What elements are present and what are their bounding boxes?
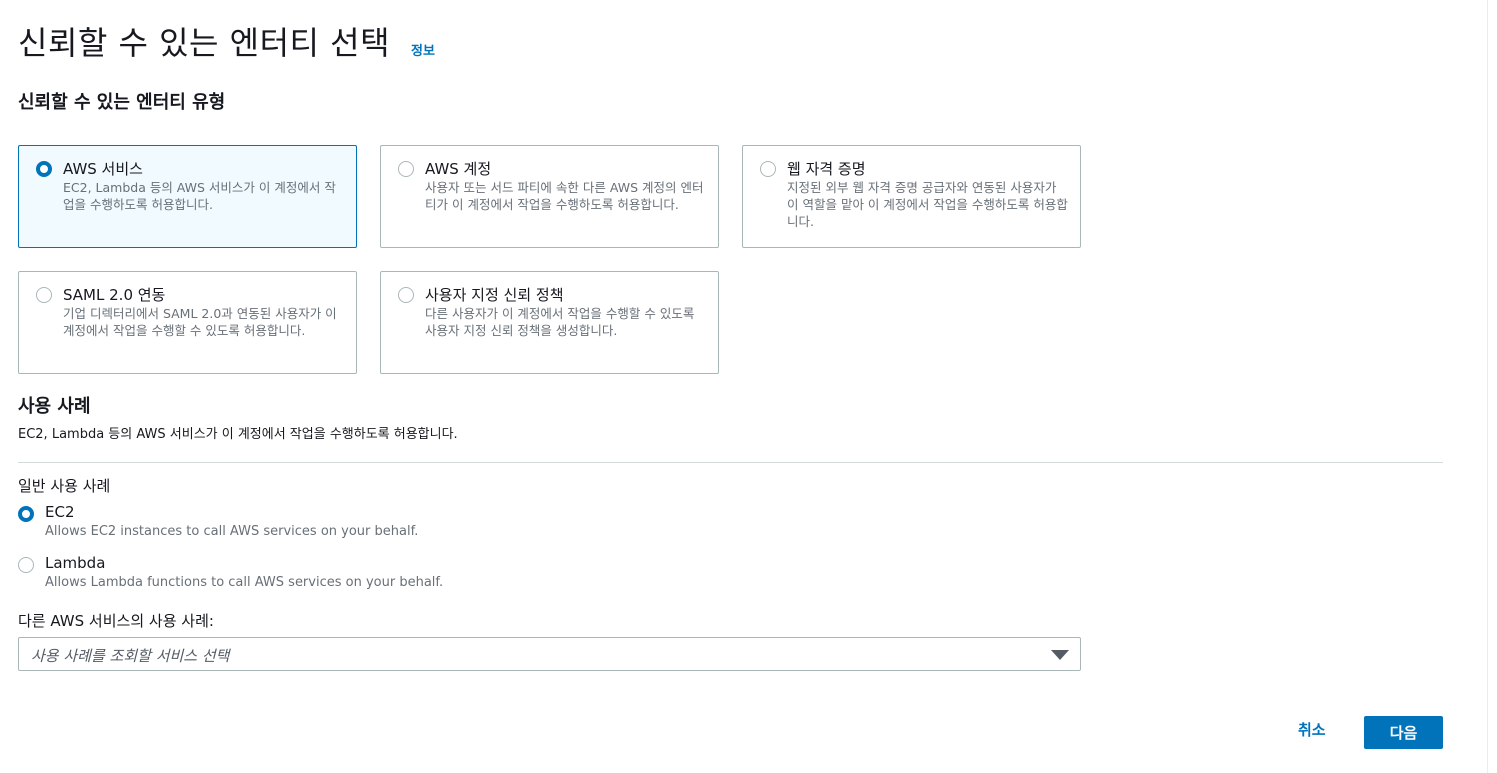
tile-web-identity[interactable]: 웹 자격 증명 지정된 외부 웹 자격 증명 공급자와 연동된 사용자가 이 역… [742,145,1081,248]
tile-title: SAML 2.0 연동 [63,286,166,304]
tile-title: 사용자 지정 신뢰 정책 [425,286,564,304]
tile-title: AWS 서비스 [63,160,143,178]
tile-description: 기업 디렉터리에서 SAML 2.0과 연동된 사용자가 이 계정에서 작업을 … [63,306,337,338]
divider [18,462,1443,463]
option-description: Allows Lambda functions to call AWS serv… [45,575,444,590]
option-label: EC2 [45,503,75,521]
service-select[interactable]: 사용 사례를 조회할 서비스 선택 [18,637,1081,671]
tile-custom-trust-policy[interactable]: 사용자 지정 신뢰 정책 다른 사용자가 이 계정에서 작업을 수행할 수 있도… [380,271,719,374]
tile-title: AWS 계정 [425,160,492,178]
trusted-entity-heading: 신뢰할 수 있는 엔터티 유형 [18,92,226,113]
radio-saml-federation[interactable] [36,287,52,303]
next-button[interactable]: 다음 [1364,716,1443,749]
caret-down-icon [1051,650,1069,660]
option-label: Lambda [45,554,106,572]
tile-saml-federation[interactable]: SAML 2.0 연동 기업 디렉터리에서 SAML 2.0과 연동된 사용자가… [18,271,357,374]
use-case-description: EC2, Lambda 등의 AWS 서비스가 이 계정에서 작업을 수행하도록… [18,427,458,442]
option-description: Allows EC2 instances to call AWS service… [45,524,419,539]
tile-aws-account[interactable]: AWS 계정 사용자 또는 서드 파티에 속한 다른 AWS 계정의 엔터티가 … [380,145,719,248]
use-case-heading: 사용 사례 [18,396,91,417]
tile-description: EC2, Lambda 등의 AWS 서비스가 이 계정에서 작업을 수행하도록… [63,180,336,212]
service-select-placeholder: 사용 사례를 조회할 서비스 선택 [31,647,230,665]
info-link[interactable]: 정보 [411,40,435,59]
other-service-label: 다른 AWS 서비스의 사용 사례: [18,612,214,630]
tile-aws-service[interactable]: AWS 서비스 EC2, Lambda 등의 AWS 서비스가 이 계정에서 작… [18,145,357,248]
tile-description: 사용자 또는 서드 파티에 속한 다른 AWS 계정의 엔터티가 이 계정에서 … [425,180,704,212]
radio-ec2[interactable] [18,506,34,522]
radio-lambda[interactable] [18,557,34,573]
tile-description: 지정된 외부 웹 자격 증명 공급자와 연동된 사용자가 이 역할을 맡아 이 … [787,180,1068,229]
scrollbar-track[interactable] [1487,0,1488,773]
tile-title: 웹 자격 증명 [787,160,866,178]
tile-description: 다른 사용자가 이 계정에서 작업을 수행할 수 있도록 사용자 지정 신뢰 정… [425,306,695,338]
page-title: 신뢰할 수 있는 엔터티 선택 [18,24,391,62]
common-use-cases-label: 일반 사용 사례 [18,477,111,495]
radio-web-identity[interactable] [760,161,776,177]
cancel-button[interactable]: 취소 [1290,719,1334,740]
radio-aws-service[interactable] [36,161,52,177]
radio-aws-account[interactable] [398,161,414,177]
radio-custom-trust-policy[interactable] [398,287,414,303]
